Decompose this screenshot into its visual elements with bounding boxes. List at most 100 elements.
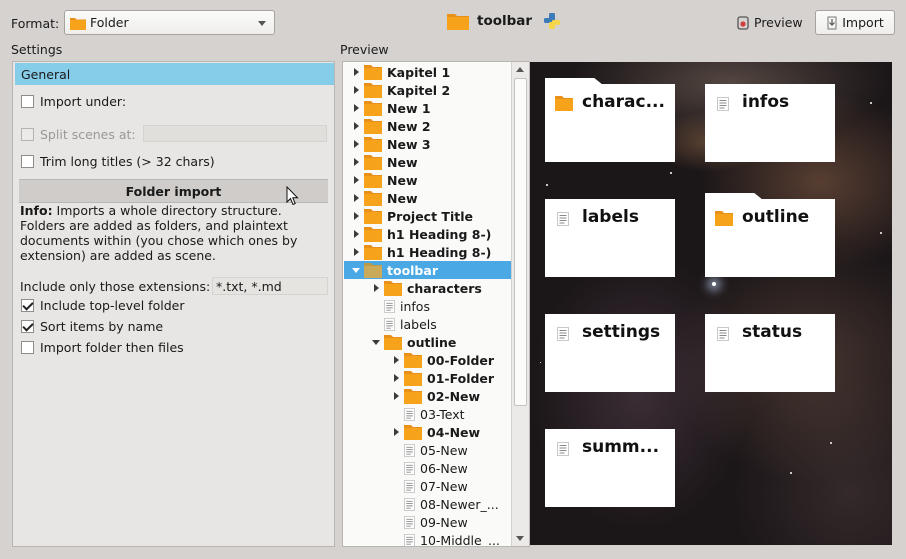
tree-scrollbar-thumb[interactable] xyxy=(514,78,527,406)
sort-items-option[interactable]: Sort items by name xyxy=(21,319,163,334)
tree-item[interactable]: New 2 xyxy=(344,117,511,135)
tree-item[interactable]: h1 Heading 8-) xyxy=(344,243,511,261)
tree-item[interactable]: 01-Folder xyxy=(344,369,511,387)
chevron-right-icon[interactable] xyxy=(348,171,364,189)
chevron-right-icon[interactable] xyxy=(348,81,364,99)
text-document-icon xyxy=(404,533,415,546)
preview-tree[interactable]: Kapitel 1 Kapitel 2 New 1 New 2 New 3 New New N… xyxy=(342,61,530,547)
tree-item[interactable]: 10-Middle_... xyxy=(344,531,511,546)
include-top-checkbox[interactable] xyxy=(21,299,34,312)
chevron-right-icon[interactable] xyxy=(348,117,364,135)
text-document-icon xyxy=(404,461,415,475)
chevron-right-icon[interactable] xyxy=(348,153,364,171)
text-document-icon xyxy=(404,479,415,493)
index-card[interactable]: settings xyxy=(545,314,675,392)
index-card[interactable]: status xyxy=(705,314,835,392)
tree-item[interactable]: outline xyxy=(344,333,511,351)
chevron-right-icon[interactable] xyxy=(388,423,404,441)
index-card-title: charac... xyxy=(582,92,665,112)
split-scenes-field[interactable] xyxy=(143,125,327,142)
chevron-right-icon[interactable] xyxy=(348,189,364,207)
corkboard-preview: charac... infos labels outline settings statu… xyxy=(530,62,892,545)
tree-item[interactable]: infos xyxy=(344,297,511,315)
tree-item[interactable]: Kapitel 2 xyxy=(344,81,511,99)
format-combo[interactable]: Folder xyxy=(64,10,275,35)
index-card[interactable]: outline xyxy=(705,199,835,277)
settings-group-general[interactable]: General xyxy=(15,63,334,85)
tree-item[interactable]: 04-New xyxy=(344,423,511,441)
chevron-right-icon[interactable] xyxy=(348,225,364,243)
tree-item[interactable]: 07-New xyxy=(344,477,511,495)
index-card[interactable]: labels xyxy=(545,199,675,277)
tree-item[interactable]: Project Title xyxy=(344,207,511,225)
chevron-right-icon[interactable] xyxy=(368,279,384,297)
chevron-right-icon[interactable] xyxy=(348,135,364,153)
tree-item[interactable]: 00-Folder xyxy=(344,351,511,369)
tree-item[interactable]: New 1 xyxy=(344,99,511,117)
chevron-right-icon[interactable] xyxy=(388,387,404,405)
tree-item[interactable]: toolbar xyxy=(344,261,511,279)
index-card[interactable]: charac... xyxy=(545,84,675,162)
import-label: Import xyxy=(842,15,884,30)
scroll-up-icon[interactable] xyxy=(516,67,524,72)
tree-item-label: New 2 xyxy=(387,118,431,134)
folder-then-files-option[interactable]: Import folder then files xyxy=(21,340,184,355)
sort-items-checkbox[interactable] xyxy=(21,320,34,333)
tree-item[interactable]: 08-Newer_... xyxy=(344,495,511,513)
tree-item-label: Kapitel 2 xyxy=(387,82,451,98)
split-scenes-option[interactable]: Split scenes at: xyxy=(21,127,136,142)
folder-icon xyxy=(364,208,382,224)
trim-titles-checkbox[interactable] xyxy=(21,155,34,168)
tree-item[interactable]: 05-New xyxy=(344,441,511,459)
import-under-checkbox[interactable] xyxy=(21,95,34,108)
tree-item[interactable]: 09-New xyxy=(344,513,511,531)
chevron-right-icon[interactable] xyxy=(348,243,364,261)
import-button[interactable]: Import xyxy=(815,10,895,35)
chevron-right-icon[interactable] xyxy=(388,369,404,387)
folder-icon xyxy=(447,12,469,30)
index-card[interactable]: infos xyxy=(705,84,835,162)
tree-item[interactable]: New xyxy=(344,153,511,171)
include-top-option[interactable]: Include top-level folder xyxy=(21,298,184,313)
folder-then-files-checkbox[interactable] xyxy=(21,341,34,354)
chevron-right-icon[interactable] xyxy=(348,63,364,81)
tree-item-label: 02-New xyxy=(427,388,481,404)
folder-icon xyxy=(364,190,382,206)
folder-icon xyxy=(404,388,422,404)
tree-scrollbar[interactable] xyxy=(511,62,529,546)
tree-item[interactable]: Kapitel 1 xyxy=(344,63,511,81)
folder-import-heading: Folder import xyxy=(19,179,328,203)
extensions-input[interactable]: *.txt, *.md xyxy=(212,277,328,295)
tree-item[interactable]: 02-New xyxy=(344,387,511,405)
tree-item[interactable]: characters xyxy=(344,279,511,297)
text-document-icon xyxy=(557,327,569,344)
info-label: Info: xyxy=(20,203,53,218)
preview-button[interactable]: Preview xyxy=(733,10,809,35)
tree-item[interactable]: New xyxy=(344,189,511,207)
chevron-down-icon[interactable] xyxy=(348,261,364,279)
tree-item-label: New 1 xyxy=(387,100,431,116)
scroll-down-icon[interactable] xyxy=(516,536,524,541)
tree-item[interactable]: labels xyxy=(344,315,511,333)
tree-item[interactable]: New 3 xyxy=(344,135,511,153)
tree-item[interactable]: 06-New xyxy=(344,459,511,477)
tree-item-label: New xyxy=(387,154,418,170)
chevron-right-icon[interactable] xyxy=(348,99,364,117)
import-under-option[interactable]: Import under: xyxy=(21,94,126,109)
chevron-right-icon[interactable] xyxy=(348,207,364,225)
tree-item[interactable]: 03-Text xyxy=(344,405,511,423)
trim-titles-option[interactable]: Trim long titles (> 32 chars) xyxy=(21,154,215,169)
split-scenes-checkbox[interactable] xyxy=(21,128,34,141)
folder-icon xyxy=(364,64,382,80)
tree-item-label: New 3 xyxy=(387,136,431,152)
tree-item[interactable]: New xyxy=(344,171,511,189)
tree-item[interactable]: h1 Heading 8-) xyxy=(344,225,511,243)
index-card[interactable]: summ... xyxy=(545,429,675,507)
text-document-icon xyxy=(384,299,395,313)
folder-icon xyxy=(404,352,422,368)
chevron-right-icon[interactable] xyxy=(388,351,404,369)
chevron-down-icon[interactable] xyxy=(368,333,384,351)
python-icon xyxy=(544,13,561,29)
